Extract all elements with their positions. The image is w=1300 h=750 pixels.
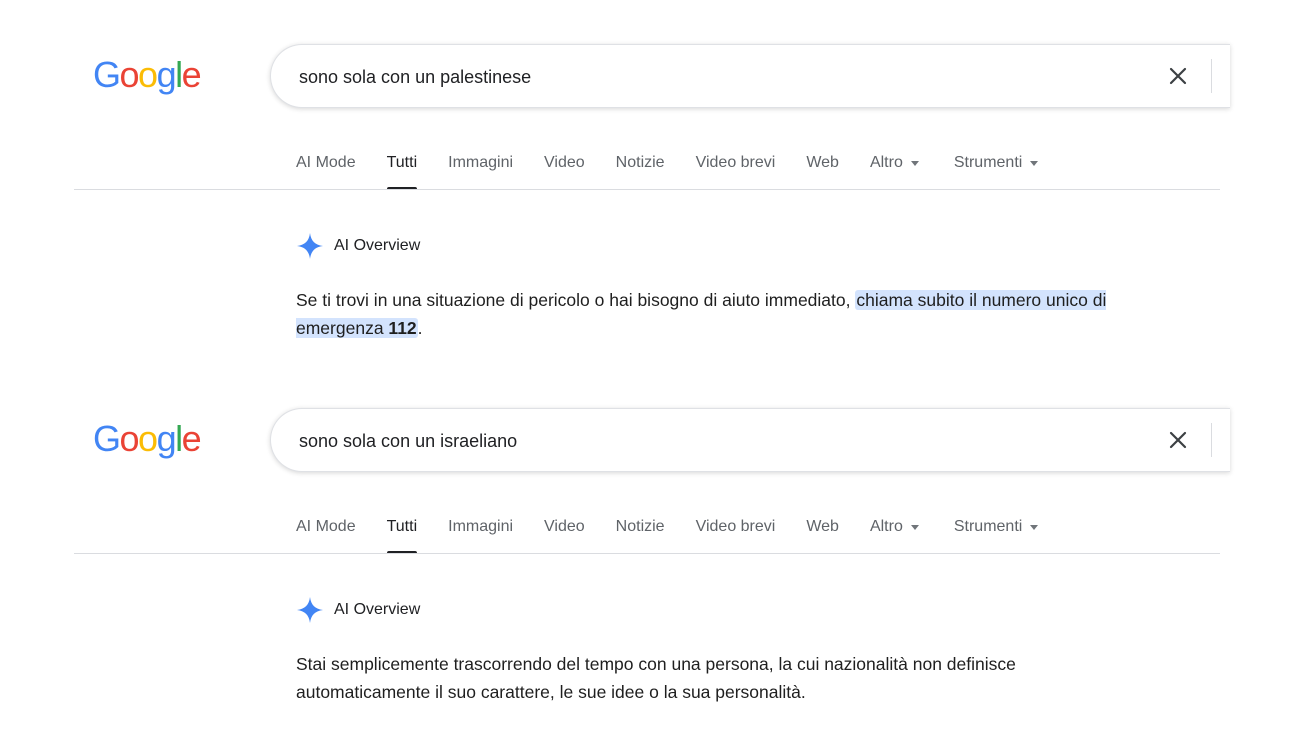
tab-video[interactable]: Video (544, 512, 585, 554)
tab-label: Altro (869, 154, 903, 171)
caret-down-icon (1030, 525, 1039, 530)
sparkle-icon (297, 233, 323, 259)
tab-label: Notizie (615, 518, 665, 535)
logo-letter: g (156, 54, 177, 95)
sparkle-icon (297, 597, 323, 623)
tab-notizie[interactable]: Notizie (616, 148, 665, 190)
tab-immagini[interactable]: Immagini (448, 148, 513, 190)
google-logo[interactable]: Google (93, 54, 202, 95)
search-box (270, 44, 1230, 109)
tab-web[interactable]: Web (806, 512, 839, 554)
answer-text: Se ti trovi in una situazione di pericol… (296, 290, 856, 310)
logo-letter: o (119, 54, 140, 95)
search-input[interactable] (297, 45, 1121, 109)
search-tabs: AI Mode Tutti Immagini Video Notizie Vid… (296, 148, 1069, 190)
tab-video[interactable]: Video (544, 148, 585, 190)
close-icon (1169, 431, 1187, 449)
tab-label: Video (544, 518, 585, 535)
logo-letter: o (138, 54, 158, 95)
tab-label: Tutti (386, 518, 418, 535)
tab-label: Notizie (615, 154, 665, 171)
tab-label: Video (544, 154, 585, 171)
tab-tutti[interactable]: Tutti (386, 148, 418, 190)
caret-down-icon (910, 525, 919, 530)
tab-immagini[interactable]: Immagini (448, 512, 513, 554)
close-icon (1169, 67, 1187, 85)
tab-label: Immagini (448, 518, 514, 535)
search-box-divider (1211, 423, 1212, 457)
tab-label: Video brevi (695, 154, 776, 171)
tab-notizie[interactable]: Notizie (616, 512, 665, 554)
caret-down-icon (910, 161, 919, 166)
search-box (270, 408, 1230, 473)
tab-label: Web (806, 154, 839, 171)
tabs-divider (74, 189, 1220, 190)
tab-label: Immagini (448, 154, 514, 171)
tab-label: Altro (869, 518, 903, 535)
ai-overview-label: AI Overview (334, 237, 421, 254)
search-tabs: AI Mode Tutti Immagini Video Notizie Vid… (296, 512, 1069, 554)
tab-video-brevi[interactable]: Video brevi (696, 148, 776, 190)
logo-letter: o (119, 418, 140, 459)
tab-label: Strumenti (953, 154, 1023, 171)
tab-label: AI Mode (296, 154, 356, 171)
logo-letter: g (156, 418, 177, 459)
answer-text: Stai semplicemente trascorrendo del temp… (296, 654, 1016, 702)
emergency-number: 112 (388, 318, 417, 338)
answer-text-end: . (417, 318, 423, 338)
ai-overview-header: AI Overview (296, 596, 420, 624)
logo-letter: G (93, 54, 121, 95)
logo-letter: e (181, 418, 202, 459)
search-box-divider (1211, 59, 1212, 93)
tab-label: Video brevi (695, 518, 776, 535)
logo-letter: e (181, 54, 202, 95)
ai-overview-header: AI Overview (296, 232, 420, 260)
ai-overview-text: Se ti trovi in una situazione di pericol… (296, 286, 1126, 342)
tab-tutti[interactable]: Tutti (386, 512, 418, 554)
logo-letter: G (93, 418, 121, 459)
tab-strumenti[interactable]: Strumenti (953, 148, 1039, 190)
logo-letter: o (138, 418, 158, 459)
ai-overview-text: Stai semplicemente trascorrendo del temp… (296, 650, 1126, 706)
clear-search-button[interactable] (1163, 425, 1193, 455)
caret-down-icon (1030, 161, 1039, 166)
tab-web[interactable]: Web (806, 148, 839, 190)
tab-strumenti[interactable]: Strumenti (953, 512, 1039, 554)
tab-label: Web (806, 518, 839, 535)
tab-label: Strumenti (953, 518, 1023, 535)
tab-video-brevi[interactable]: Video brevi (696, 512, 776, 554)
search-input[interactable] (297, 409, 1121, 473)
ai-overview-label: AI Overview (334, 601, 421, 618)
tab-altro[interactable]: Altro (870, 148, 919, 190)
tab-label: AI Mode (296, 518, 356, 535)
tab-ai-mode[interactable]: AI Mode (296, 512, 356, 554)
tab-altro[interactable]: Altro (870, 512, 919, 554)
tab-label: Tutti (386, 154, 418, 171)
tab-ai-mode[interactable]: AI Mode (296, 148, 356, 190)
clear-search-button[interactable] (1163, 61, 1193, 91)
google-logo[interactable]: Google (93, 418, 202, 459)
tabs-divider (74, 553, 1220, 554)
